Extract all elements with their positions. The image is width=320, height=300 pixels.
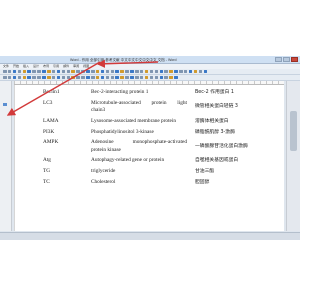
annotation-arrows [6,59,159,116]
arrow-to-toolbar [96,59,159,68]
arrow-to-nav-pane [6,61,101,116]
